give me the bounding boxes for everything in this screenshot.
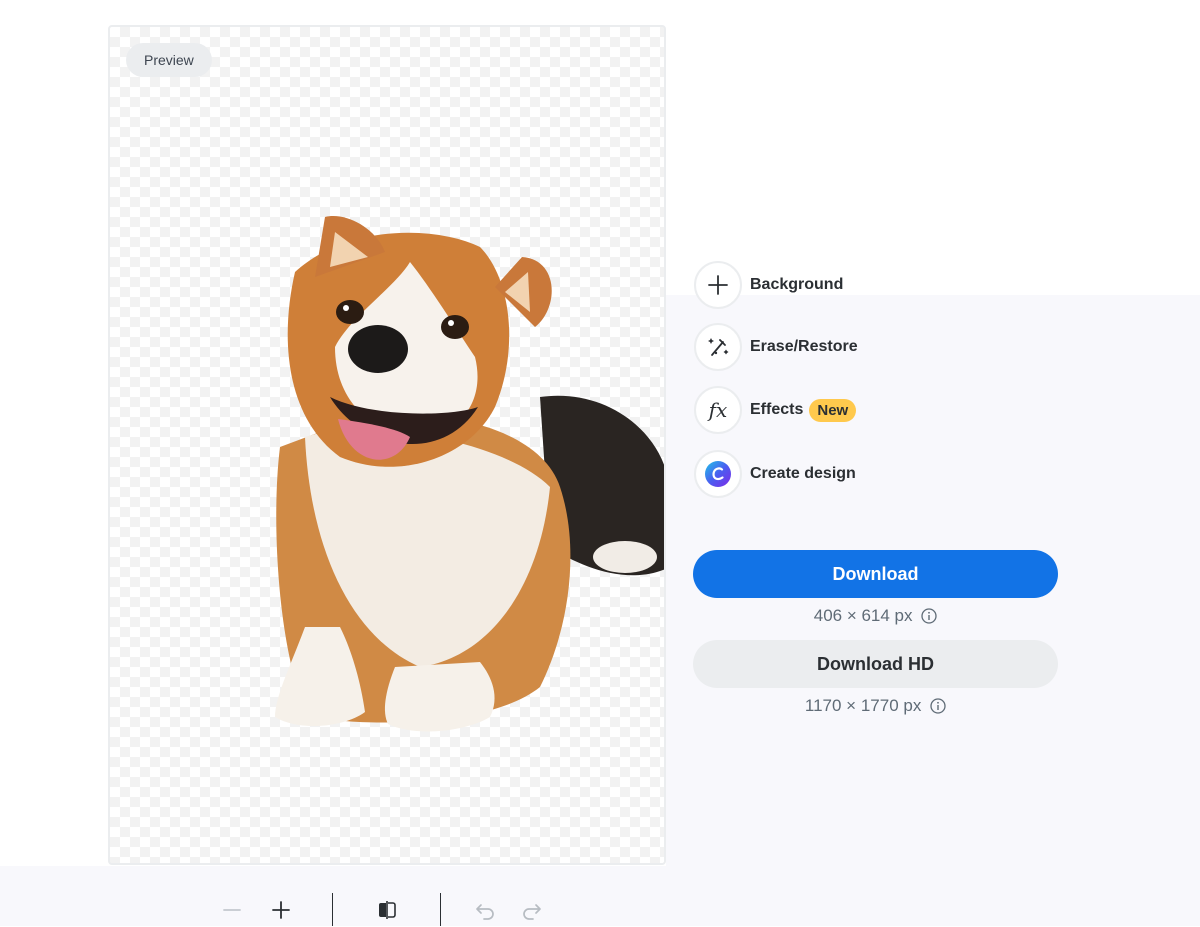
- toolbar-divider: [440, 893, 441, 926]
- info-icon[interactable]: [921, 608, 937, 629]
- fx-icon: fx: [694, 386, 742, 434]
- new-badge: New: [809, 398, 857, 422]
- redo-icon[interactable]: [517, 893, 547, 927]
- undo-icon[interactable]: [470, 893, 500, 927]
- tool-erase-restore-label: Erase/Restore: [750, 338, 858, 355]
- preview-canvas: Preview: [108, 25, 666, 865]
- tool-background-label: Background: [750, 276, 844, 293]
- plus-icon: [694, 261, 742, 309]
- tool-create-design-label: Create design: [750, 465, 856, 482]
- bottom-toolbar: [0, 866, 1200, 926]
- download-hd-button[interactable]: Download HD: [693, 640, 1058, 688]
- preview-badge: Preview: [126, 43, 212, 77]
- canva-logo-icon: [694, 450, 742, 498]
- info-icon[interactable]: [930, 698, 946, 719]
- compare-icon[interactable]: [372, 893, 402, 927]
- download-button[interactable]: Download: [693, 550, 1058, 598]
- tool-effects[interactable]: fx Effects New: [694, 386, 857, 434]
- tool-background[interactable]: Background: [694, 261, 843, 309]
- dog-cutout-image: [275, 216, 664, 732]
- download-size-info: 406 × 614 px: [693, 606, 1058, 629]
- zoom-out-icon[interactable]: [217, 893, 247, 927]
- tool-erase-restore[interactable]: Erase/Restore: [694, 323, 858, 371]
- download-hd-size-info: 1170 × 1770 px: [693, 696, 1058, 719]
- tool-create-design[interactable]: Create design: [694, 450, 856, 498]
- tool-effects-label: Effects: [750, 401, 804, 418]
- download-size: 406 × 614 px: [813, 606, 913, 625]
- download-hd-size: 1170 × 1770 px: [804, 696, 922, 715]
- zoom-in-icon[interactable]: [266, 893, 296, 927]
- toolbar-divider: [332, 893, 333, 926]
- magic-brush-icon: [694, 323, 742, 371]
